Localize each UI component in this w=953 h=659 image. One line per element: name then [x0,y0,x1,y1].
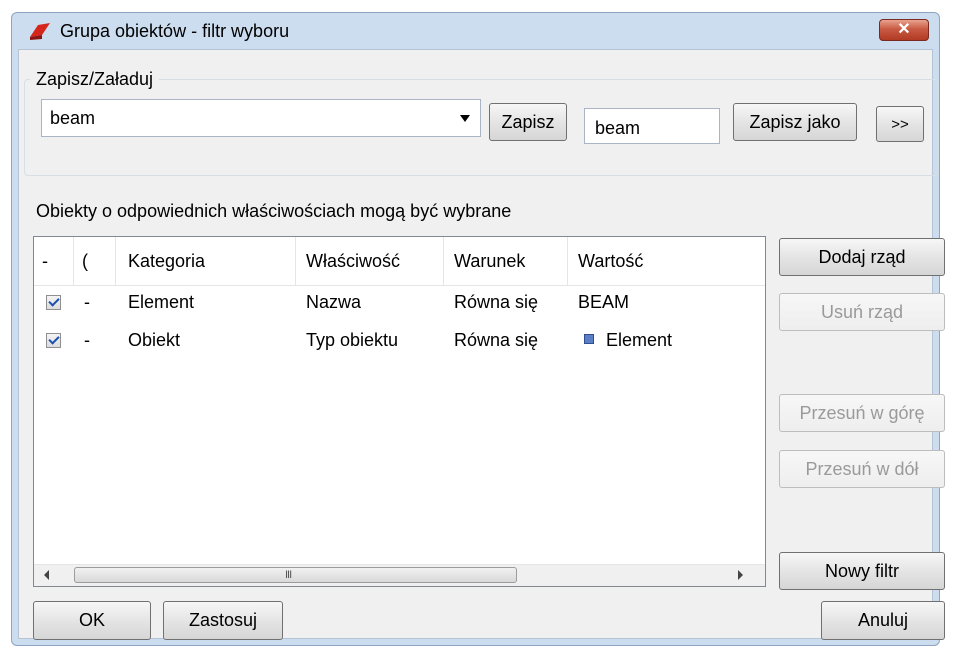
app-icon [30,23,50,40]
save-as-button[interactable]: Zapisz jako [733,103,857,141]
column-header-category[interactable]: Kategoria [116,237,296,285]
save-button[interactable]: Zapisz [489,103,567,141]
scroll-grip: III [285,569,292,581]
filter-description: Obiekty o odpowiednich właściwościach mo… [36,201,512,221]
row-category[interactable]: Element [128,292,194,313]
window-title: Grupa obiektów - filtr wyboru [60,21,290,41]
row-paren: - [84,292,90,312]
close-button[interactable]: ✕ [879,19,929,41]
ok-button[interactable]: OK [33,601,151,640]
column-header-and-or[interactable]: - [34,237,74,285]
row-value[interactable]: Element [584,330,672,351]
blue-square-icon [584,334,594,345]
row-category[interactable]: Obiekt [128,330,180,351]
column-header-value[interactable]: Wartość [568,237,765,285]
row-paren: - [84,330,90,350]
new-filter-button[interactable]: Nowy filtr [779,552,945,590]
save-load-group-label: Zapisz/Załaduj [30,69,160,90]
row-value-text: Element [606,330,673,350]
row-condition[interactable]: Równa się [454,330,538,351]
row-checkbox[interactable] [46,333,61,348]
saved-settings-value: beam [50,108,96,128]
row-checkbox[interactable] [46,295,61,310]
chevron-down-icon[interactable] [460,115,470,122]
move-up-button[interactable]: Przesuń w górę [779,394,945,432]
saved-settings-combo[interactable]: beam [41,99,481,137]
expand-button[interactable]: >> [876,106,924,142]
remove-row-button[interactable]: Usuń rząd [779,293,945,331]
apply-button[interactable]: Zastosuj [163,601,283,640]
grid-header: - ( Kategoria Właściwość Warunek Wartość [34,237,765,286]
row-condition[interactable]: Równa się [454,292,538,313]
save-as-name-input[interactable]: beam [584,108,720,144]
row-property[interactable]: Nazwa [306,292,361,313]
row-value[interactable]: BEAM [578,292,629,313]
column-header-property[interactable]: Właściwość [296,237,444,285]
column-header-open-paren[interactable]: ( [74,237,116,285]
filter-grid[interactable]: - ( Kategoria Właściwość Warunek Wartość… [33,236,766,587]
cancel-button[interactable]: Anuluj [821,601,945,640]
add-row-button[interactable]: Dodaj rząd [779,238,945,276]
column-header-condition[interactable]: Warunek [444,237,568,285]
scroll-left-icon[interactable] [44,570,49,580]
scroll-right-icon[interactable] [738,570,743,580]
row-property[interactable]: Typ obiektu [306,330,398,351]
horizontal-scrollbar[interactable]: III [34,564,765,586]
scroll-thumb[interactable]: III [74,567,517,583]
move-down-button[interactable]: Przesuń w dół [779,450,945,488]
close-icon: ✕ [897,21,911,38]
